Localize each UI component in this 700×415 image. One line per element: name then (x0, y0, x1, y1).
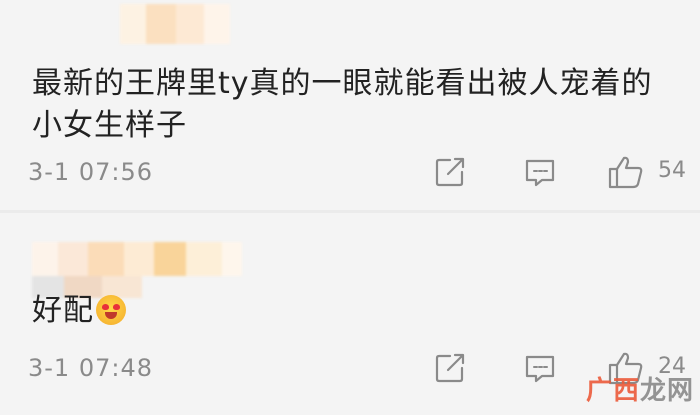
share-button[interactable] (432, 154, 468, 190)
watermark-part1: 广西 (585, 376, 640, 406)
comment-timestamp: 3-1 07:56 (28, 158, 153, 186)
comment-text-content: 好配 (32, 293, 94, 328)
thumbs-up-icon (608, 156, 643, 189)
comment-icon (525, 355, 555, 383)
like-count: 54 (658, 158, 686, 183)
watermark: 广西龙网 (586, 370, 694, 407)
reply-button[interactable] (522, 350, 558, 386)
comment-icon (525, 159, 555, 187)
comment-meta-row: 3-1 07:56 54 (28, 154, 688, 190)
comment-item: 最新的王牌里ty真的一眼就能看出被人宠着的小女生样子 3-1 07:56 54 (0, 0, 700, 212)
share-icon (435, 157, 465, 187)
heart-eyes-emoji-icon (96, 295, 126, 325)
comment-timestamp: 3-1 07:48 (28, 354, 153, 382)
share-button[interactable] (432, 350, 468, 386)
username-mosaic (120, 4, 230, 44)
comment-divider (0, 210, 700, 213)
comment-list: 最新的王牌里ty真的一眼就能看出被人宠着的小女生样子 3-1 07:56 54 … (0, 0, 700, 415)
comment-text: 好配 (32, 290, 682, 332)
like-button[interactable]: 54 (606, 154, 696, 190)
reply-button[interactable] (522, 154, 558, 190)
share-icon (435, 353, 465, 383)
comment-text: 最新的王牌里ty真的一眼就能看出被人宠着的小女生样子 (32, 66, 653, 143)
watermark-part2: 龙网 (639, 376, 694, 406)
